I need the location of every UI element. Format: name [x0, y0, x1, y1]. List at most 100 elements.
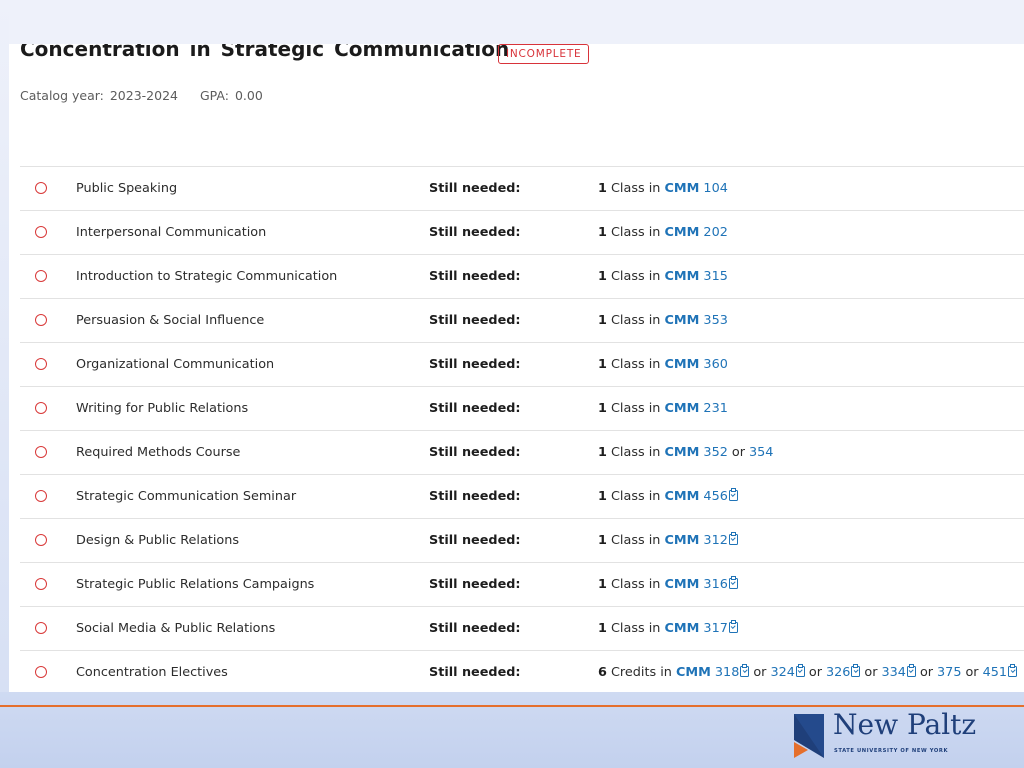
- circle-outline-icon: [35, 578, 47, 590]
- requirement-unit: Class in: [610, 621, 661, 636]
- required-count: 1: [598, 313, 607, 328]
- requirement-name: Concentration Electives: [76, 665, 228, 680]
- requirement-row[interactable]: Organizational Communication Still needed…: [20, 342, 1024, 386]
- clipboard-check-icon[interactable]: [851, 664, 861, 677]
- still-needed-label: Still needed:: [429, 269, 521, 284]
- subject-link[interactable]: CMM: [664, 577, 699, 592]
- subject-link[interactable]: CMM: [664, 357, 699, 372]
- still-needed-label: Still needed:: [429, 445, 521, 460]
- course-number-link[interactable]: 324: [770, 665, 794, 680]
- requirement-row[interactable]: Writing for Public Relations Still needed…: [20, 386, 1024, 430]
- subject-link[interactable]: CMM: [664, 313, 699, 328]
- course-number-link[interactable]: 326: [826, 665, 850, 680]
- required-count: 1: [598, 533, 607, 548]
- requirement-detail: 1 Class in CMM 353: [598, 313, 728, 328]
- course-number-link[interactable]: 451: [983, 665, 1007, 680]
- circle-outline-icon: [35, 402, 47, 414]
- clipboard-check-icon[interactable]: [795, 664, 805, 677]
- required-count: 1: [598, 577, 607, 592]
- requirement-name: Writing for Public Relations: [76, 401, 249, 416]
- subject-link[interactable]: CMM: [664, 269, 699, 284]
- clipboard-check-icon[interactable]: [906, 664, 916, 677]
- requirement-row[interactable]: Required Methods Course Still needed: 1 Cl…: [20, 430, 1024, 474]
- page-title: Concentration in Strategic Communication: [20, 44, 510, 61]
- course-number-link[interactable]: 375: [937, 665, 961, 680]
- subject-link[interactable]: CMM: [664, 621, 699, 636]
- catalog-year-value: 2023-2024: [109, 88, 178, 103]
- clipboard-check-icon[interactable]: [740, 664, 750, 677]
- subject-link[interactable]: CMM: [664, 445, 699, 460]
- course-number-link[interactable]: 202: [703, 225, 727, 240]
- subject-link[interactable]: CMM: [664, 181, 699, 196]
- required-count: 1: [598, 401, 607, 416]
- still-needed-label: Still needed:: [429, 577, 521, 592]
- requirement-row[interactable]: Design & Public Relations Still needed: 1 …: [20, 518, 1024, 562]
- requirement-row[interactable]: Introduction to Strategic Communication S…: [20, 254, 1024, 298]
- or-separator: or: [753, 665, 767, 680]
- requirement-name: Persuasion & Social Influence: [76, 313, 265, 328]
- requirement-row[interactable]: Interpersonal Communication Still needed:…: [20, 210, 1024, 254]
- clipboard-check-icon[interactable]: [728, 576, 738, 589]
- requirement-unit: Class in: [610, 313, 661, 328]
- or-separator: or: [864, 665, 878, 680]
- requirement-row[interactable]: Concentration Electives Still needed: 6 Cr…: [20, 650, 1024, 692]
- or-separator: or: [919, 665, 934, 680]
- subject-link[interactable]: CMM: [664, 533, 699, 548]
- clipboard-check-icon[interactable]: [1008, 664, 1017, 677]
- requirement-detail: 1 Class in CMM 360: [598, 357, 728, 372]
- requirement-detail: 1 Class in CMM 316: [598, 576, 738, 592]
- still-needed-label: Still needed:: [429, 313, 521, 328]
- requirement-row[interactable]: Strategic Public Relations Campaigns Stil…: [20, 562, 1024, 606]
- clipboard-check-icon[interactable]: [728, 488, 738, 501]
- degree-audit-panel: Concentration in Strategic Communication…: [9, 44, 1024, 692]
- course-number-link[interactable]: 352: [703, 445, 727, 460]
- requirement-detail: 1 Class in CMM 317: [598, 620, 738, 636]
- requirement-detail: 1 Class in CMM 202: [598, 225, 728, 240]
- requirement-row[interactable]: Strategic Communication Seminar Still nee…: [20, 474, 1024, 518]
- requirement-name: Social Media & Public Relations: [76, 621, 276, 636]
- course-number-link[interactable]: 104: [703, 181, 727, 196]
- subject-link[interactable]: CMM: [664, 401, 699, 416]
- requirement-detail: 6 Credits in CMM 318 or 324 or 326 or 334 or 375…: [598, 664, 1017, 680]
- circle-outline-icon: [35, 446, 47, 458]
- gpa-label: GPA:: [200, 88, 229, 103]
- subject-link[interactable]: CMM: [676, 665, 711, 680]
- subject-link[interactable]: CMM: [664, 489, 699, 504]
- requirement-detail: 1 Class in CMM 315: [598, 269, 728, 284]
- course-number-link[interactable]: 360: [703, 357, 727, 372]
- catalog-year-label: Catalog year:: [20, 88, 104, 103]
- footer-accent-line: [0, 705, 1024, 707]
- course-number-link[interactable]: 354: [749, 445, 773, 460]
- requirements-list: Public Speaking Still needed: 1 Class in C…: [20, 166, 1024, 692]
- course-number-link[interactable]: 353: [703, 313, 727, 328]
- course-number-link[interactable]: 334: [882, 665, 906, 680]
- requirement-name: Strategic Public Relations Campaigns: [76, 577, 315, 592]
- course-number-link[interactable]: 231: [703, 401, 727, 416]
- still-needed-label: Still needed:: [429, 621, 521, 636]
- course-number-link[interactable]: 315: [703, 269, 727, 284]
- course-number-link[interactable]: 456: [703, 489, 727, 504]
- clipboard-check-icon[interactable]: [728, 532, 738, 545]
- requirement-row[interactable]: Public Speaking Still needed: 1 Class in C…: [20, 166, 1024, 210]
- circle-outline-icon: [35, 226, 47, 238]
- required-count: 1: [598, 181, 607, 196]
- requirement-detail: 1 Class in CMM 104: [598, 181, 728, 196]
- course-number-link[interactable]: 316: [703, 577, 727, 592]
- course-number-link[interactable]: 317: [703, 621, 727, 636]
- course-number-link[interactable]: 312: [703, 533, 727, 548]
- requirement-name: Interpersonal Communication: [76, 225, 267, 240]
- required-count: 1: [598, 269, 607, 284]
- requirement-unit: Class in: [610, 269, 661, 284]
- requirement-unit: Class in: [610, 489, 661, 504]
- course-number-link[interactable]: 318: [715, 665, 739, 680]
- or-separator: or: [731, 445, 745, 460]
- audit-meta: Catalog year: 2023-2024 GPA: 0.00: [20, 88, 263, 103]
- required-count: 1: [598, 445, 607, 460]
- requirement-row[interactable]: Social Media & Public Relations Still nee…: [20, 606, 1024, 650]
- requirement-row[interactable]: Persuasion & Social Influence Still neede…: [20, 298, 1024, 342]
- still-needed-label: Still needed:: [429, 357, 521, 372]
- still-needed-label: Still needed:: [429, 489, 521, 504]
- still-needed-label: Still needed:: [429, 665, 521, 680]
- subject-link[interactable]: CMM: [664, 225, 699, 240]
- clipboard-check-icon[interactable]: [728, 620, 738, 633]
